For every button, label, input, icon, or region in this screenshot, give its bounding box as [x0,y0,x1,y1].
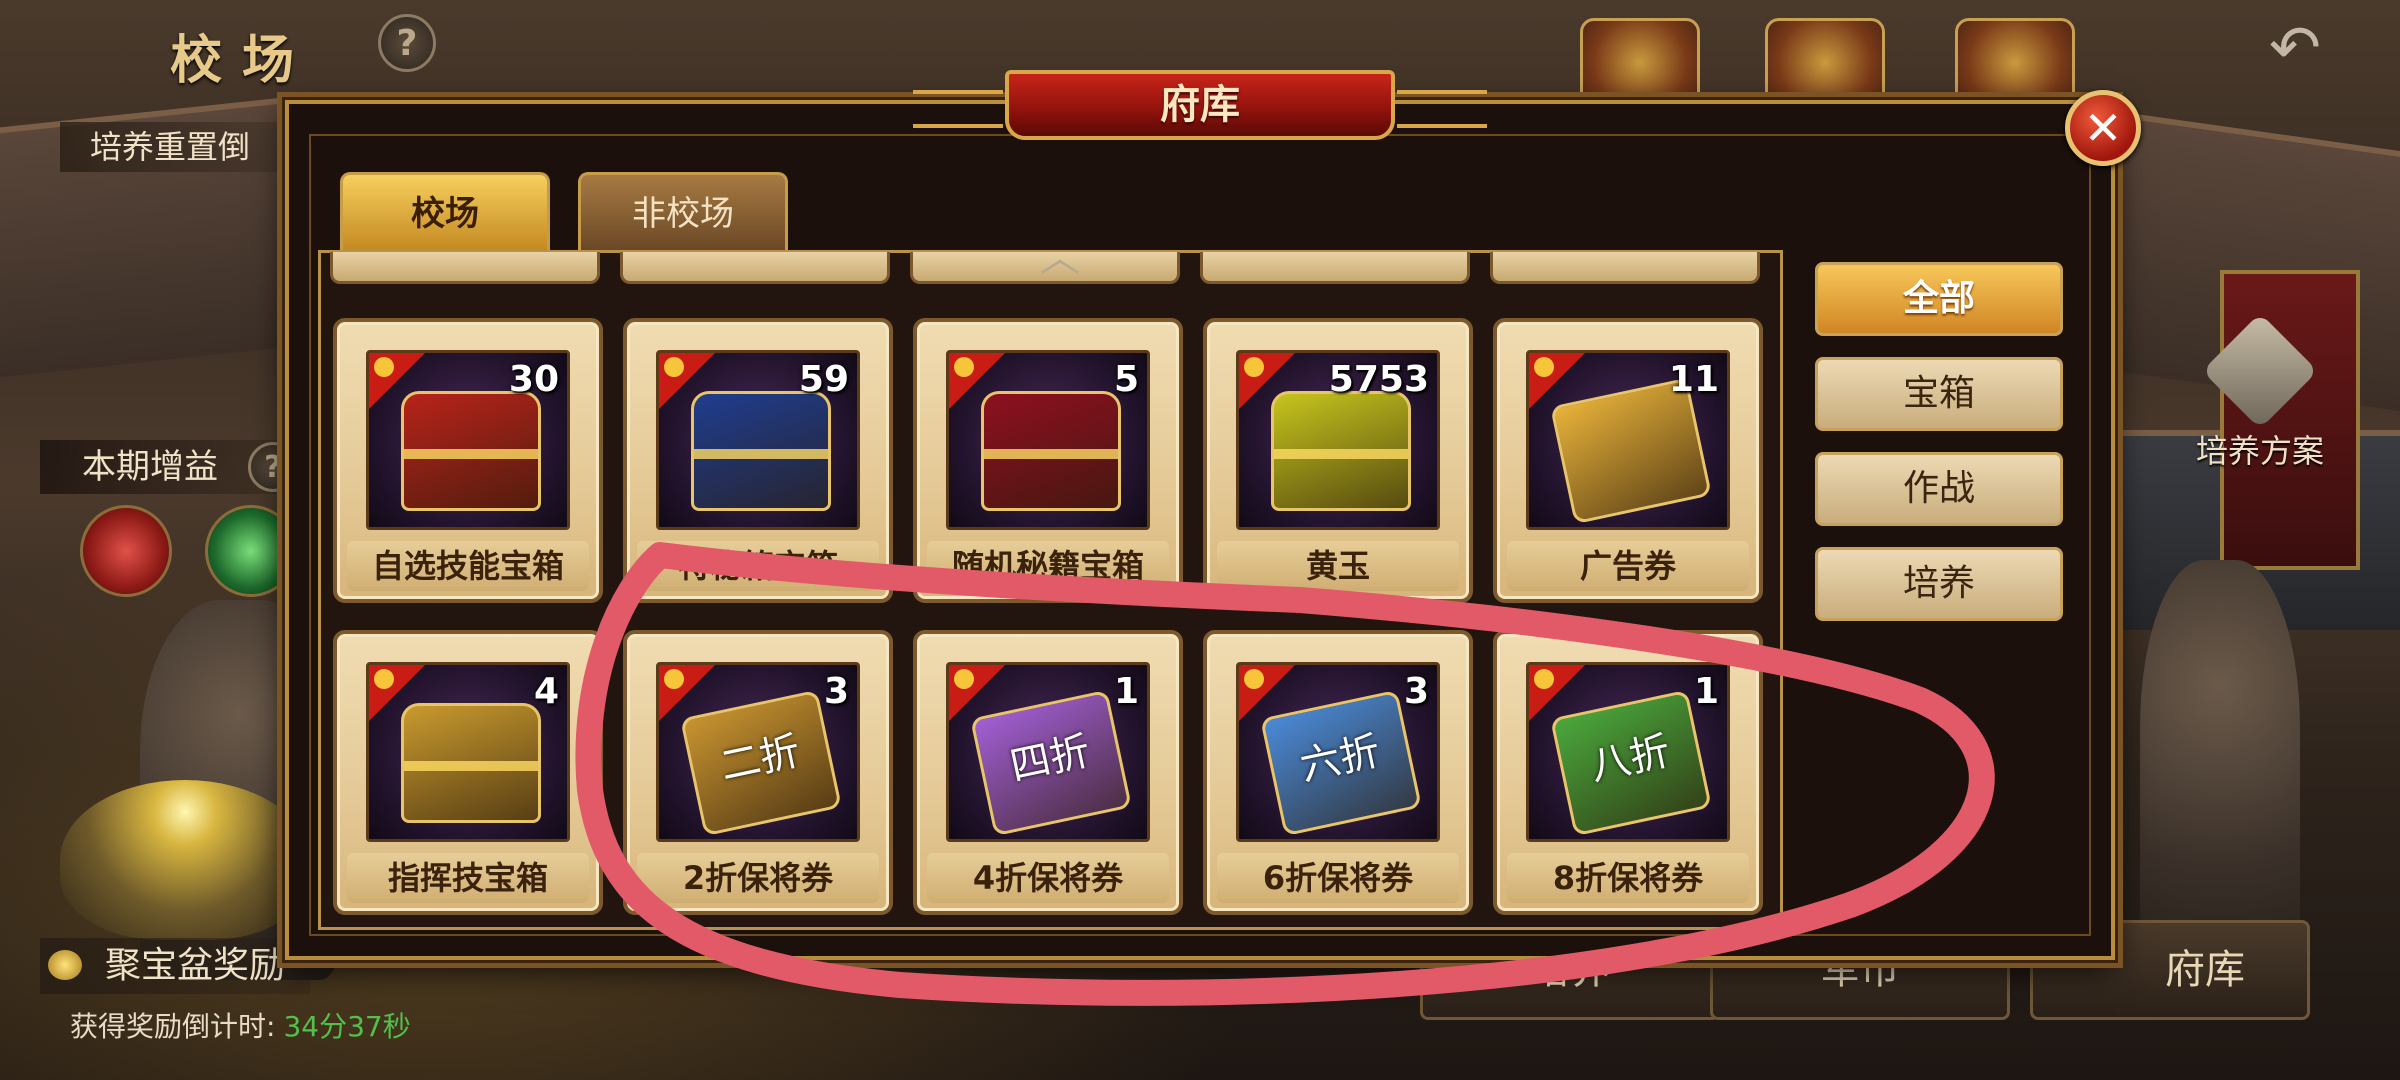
item-icon-frame: 11 [1526,350,1730,530]
item-card-partial[interactable] [330,252,600,284]
background-soldier [2140,560,2300,980]
person-icon [664,357,684,377]
item-card[interactable]: 59 特秘籍宝箱 [623,318,893,603]
filter-all-button[interactable]: 全部 [1815,262,2063,336]
item-card[interactable]: 四折 1 4折保将券 [913,630,1183,915]
training-plan-button[interactable]: 培养方案 [2175,313,2345,470]
scroll-up-icon[interactable]: ︿ [1000,238,1120,278]
person-icon [1534,669,1554,689]
item-card[interactable]: 11 广告券 [1493,318,1763,603]
item-icon-frame: 六折 3 [1236,662,1440,842]
reset-countdown-label: 培养重置倒 [60,122,300,172]
item-card[interactable]: 30 自选技能宝箱 [333,318,603,603]
countdown-label: 获得奖励倒计时: [70,1010,276,1043]
person-icon [954,669,974,689]
item-card-partial[interactable] [620,252,890,284]
item-count: 4 [533,671,559,712]
item-count: 59 [798,359,849,400]
tab-non-training-ground[interactable]: 非校场 [578,172,788,250]
person-icon [1244,669,1264,689]
item-name: 2折保将券 [637,853,879,903]
item-icon-frame: 5 [946,350,1150,530]
item-count: 3 [823,671,849,712]
filter-battle-button[interactable]: 作战 [1815,452,2063,526]
training-plan-label: 培养方案 [2195,432,2324,470]
item-count: 1 [1113,671,1139,712]
discount-ticket-text: 八折 [1586,728,1675,790]
person-icon [1534,357,1554,377]
item-count: 5753 [1328,359,1429,400]
item-icon-frame: 二折 3 [656,662,860,842]
countdown-time: 34分37秒 [283,1010,411,1043]
item-icon-frame: 四折 1 [946,662,1150,842]
buff-icon[interactable] [205,505,297,597]
discount-ticket-text: 六折 [1296,728,1385,790]
item-name: 特秘籍宝箱 [637,541,879,591]
item-card[interactable]: 八折 1 8折保将券 [1493,630,1763,915]
item-card-partial[interactable] [1490,252,1760,284]
item-card[interactable]: 5753 黄玉 [1203,318,1473,603]
item-count: 11 [1668,359,1719,400]
item-name: 4折保将券 [927,853,1169,903]
discount-ticket-text: 二折 [716,728,805,790]
item-icon-frame: 4 [366,662,570,842]
item-count: 1 [1693,671,1719,712]
red-box-icon [981,391,1121,511]
item-name: 指挥技宝箱 [347,853,589,903]
yellow-jade-icon [1271,391,1411,511]
blue-gold-chest-icon [691,391,831,511]
coin-icon [48,950,82,980]
item-name: 黄玉 [1217,541,1459,591]
person-icon [374,669,394,689]
item-name: 6折保将券 [1217,853,1459,903]
tab-training-ground[interactable]: 校场 [340,172,550,250]
item-card[interactable]: 二折 3 2折保将券 [623,630,893,915]
person-icon [374,357,394,377]
person-icon [1244,357,1264,377]
red-gold-chest-icon [401,391,541,511]
back-button[interactable]: ↶ [2250,17,2340,79]
gold-chest-icon [401,703,541,823]
item-card-partial[interactable] [1200,252,1470,284]
item-count: 3 [1403,671,1429,712]
item-icon-frame: 5753 [1236,350,1440,530]
crossed-swords-icon [2202,313,2318,429]
item-card[interactable]: 5 随机秘籍宝箱 [913,318,1183,603]
person-icon [954,357,974,377]
item-card[interactable]: 六折 3 6折保将券 [1203,630,1473,915]
page-title: 校场 [170,30,315,91]
item-count: 30 [508,359,559,400]
item-name: 广告券 [1507,541,1749,591]
item-icon-frame: 八折 1 [1526,662,1730,842]
filter-chest-button[interactable]: 宝箱 [1815,357,2063,431]
item-name: 自选技能宝箱 [347,541,589,591]
close-button[interactable]: ✕ [2065,90,2141,166]
treasure-bowl-image [60,780,310,940]
person-icon [664,669,684,689]
filter-train-button[interactable]: 培养 [1815,547,2063,621]
reward-countdown: 获得奖励倒计时: 34分37秒 [70,1005,411,1045]
item-name: 8折保将券 [1507,853,1749,903]
discount-ticket-text: 四折 [1006,728,1095,790]
item-icon-frame: 59 [656,350,860,530]
item-icon-frame: 30 [366,350,570,530]
item-card[interactable]: 4 指挥技宝箱 [333,630,603,915]
help-button[interactable]: ? [378,14,436,72]
item-name: 随机秘籍宝箱 [927,541,1169,591]
buff-icon[interactable] [80,505,172,597]
modal-title: 府库 [913,70,1487,140]
item-count: 5 [1113,359,1139,400]
